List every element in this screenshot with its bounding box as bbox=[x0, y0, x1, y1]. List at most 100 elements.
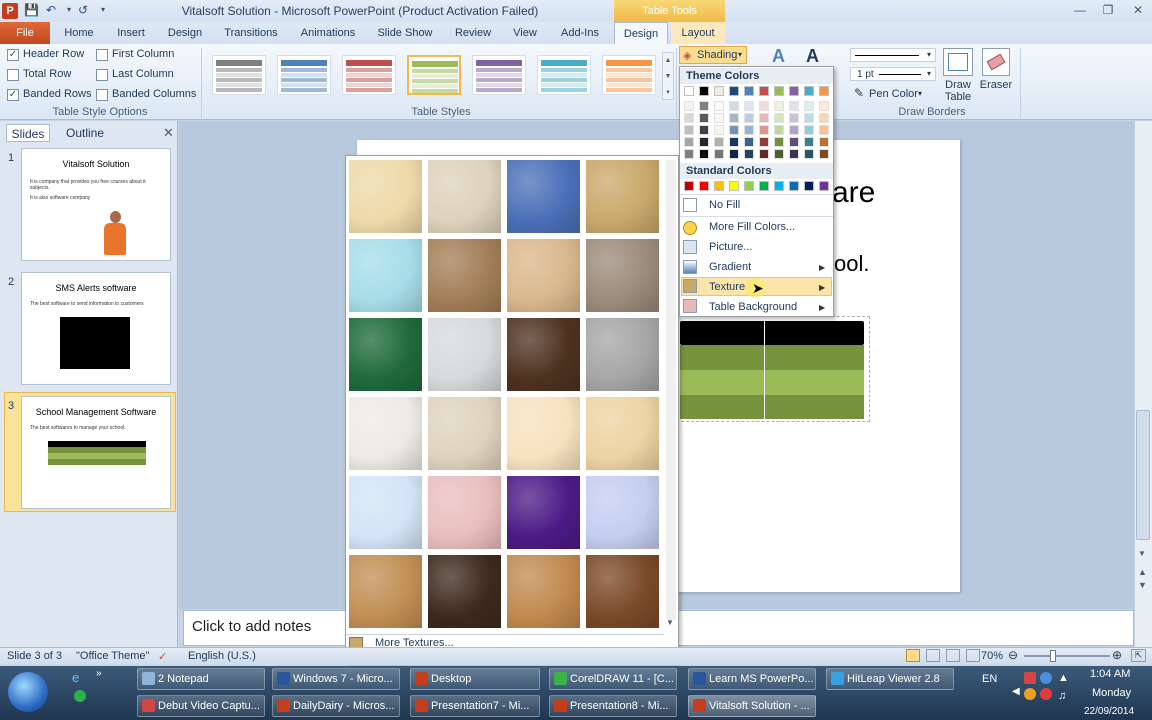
texture-swatch[interactable] bbox=[428, 239, 501, 312]
standard-color-swatch[interactable] bbox=[804, 181, 814, 191]
theme-color-shade-swatch[interactable] bbox=[819, 101, 829, 111]
theme-color-shade-swatch[interactable] bbox=[714, 149, 724, 159]
pen-weight-select[interactable]: 1 pt ▾ bbox=[850, 67, 936, 81]
theme-color-swatch[interactable] bbox=[684, 86, 694, 96]
slide-sorter-view-icon[interactable] bbox=[926, 649, 940, 662]
theme-color-shade-swatch[interactable] bbox=[729, 149, 739, 159]
standard-color-swatch[interactable] bbox=[759, 181, 769, 191]
tab-slides[interactable]: Slides bbox=[6, 124, 50, 142]
font-color-icon[interactable]: A bbox=[806, 46, 819, 67]
clock-time[interactable]: 1:04 AM bbox=[1090, 668, 1130, 680]
texture-swatch[interactable] bbox=[586, 555, 659, 628]
theme-color-shade-swatch[interactable] bbox=[774, 149, 784, 159]
banded-columns-checkbox[interactable] bbox=[96, 89, 108, 101]
slide-thumbnail-2[interactable]: SMS Alerts software The best software to… bbox=[21, 272, 171, 385]
slide-thumbnail-3[interactable]: School Management Software The best soft… bbox=[21, 396, 171, 509]
previous-slide-icon[interactable]: ▲ bbox=[1138, 567, 1147, 577]
theme-color-shade-swatch[interactable] bbox=[729, 137, 739, 147]
minimize-icon[interactable]: — bbox=[1070, 2, 1090, 18]
next-slide-icon[interactable]: ▼ bbox=[1138, 580, 1147, 590]
taskbar-coreldraw[interactable]: CorelDRAW 11 - [C... bbox=[549, 668, 677, 690]
language-indicator[interactable]: EN bbox=[982, 673, 997, 685]
texture-swatch[interactable] bbox=[507, 160, 580, 233]
taskbar-windows7-word[interactable]: Windows 7 - Micro... bbox=[272, 668, 400, 690]
start-button-icon[interactable] bbox=[8, 672, 48, 712]
tab-animations[interactable]: Animations bbox=[294, 22, 362, 44]
more-fill-colors-item[interactable]: More Fill Colors... bbox=[709, 221, 795, 233]
texture-swatch[interactable] bbox=[428, 160, 501, 233]
texture-swatch[interactable] bbox=[507, 476, 580, 549]
close-icon[interactable]: ✕ bbox=[1128, 2, 1148, 18]
scroll-down-icon[interactable]: ▼ bbox=[1138, 549, 1146, 558]
last-column-checkbox[interactable] bbox=[96, 69, 108, 81]
theme-color-shade-swatch[interactable] bbox=[759, 113, 769, 123]
theme-color-swatch[interactable] bbox=[714, 86, 724, 96]
theme-color-shade-swatch[interactable] bbox=[804, 149, 814, 159]
theme-color-shade-swatch[interactable] bbox=[684, 137, 694, 147]
taskbar-dailydairy[interactable]: DailyDairy - Micros... bbox=[272, 695, 400, 717]
theme-color-shade-swatch[interactable] bbox=[759, 125, 769, 135]
standard-color-swatch[interactable] bbox=[729, 181, 739, 191]
theme-color-shade-swatch[interactable] bbox=[774, 137, 784, 147]
theme-color-shade-swatch[interactable] bbox=[744, 137, 754, 147]
texture-swatch[interactable] bbox=[586, 476, 659, 549]
fit-to-window-icon[interactable]: ⇱ bbox=[1131, 649, 1146, 662]
texture-scrollbar[interactable] bbox=[666, 160, 676, 620]
zoom-out-icon[interactable]: ⊖ bbox=[1008, 648, 1018, 662]
styles-gallery-scroll[interactable]: ▲ ▼ ▾ bbox=[662, 52, 674, 100]
texture-swatch[interactable] bbox=[349, 397, 422, 470]
internet-explorer-icon[interactable]: e bbox=[72, 670, 79, 685]
theme-color-shade-swatch[interactable] bbox=[759, 137, 769, 147]
texture-swatch[interactable] bbox=[507, 555, 580, 628]
spell-check-icon[interactable]: ✓ bbox=[158, 650, 167, 663]
clock-date[interactable]: 22/09/2014 bbox=[1084, 706, 1134, 717]
slide-table-frame[interactable] bbox=[676, 316, 870, 422]
taskbar-learn-powerpoint[interactable]: Learn MS PowerPo... bbox=[688, 668, 816, 690]
theme-color-shade-swatch[interactable] bbox=[714, 137, 724, 147]
theme-color-shade-swatch[interactable] bbox=[789, 125, 799, 135]
taskbar-hitleap[interactable]: HitLeap Viewer 2.8 bbox=[826, 668, 954, 690]
zoom-in-icon[interactable]: ⊕ bbox=[1112, 648, 1122, 662]
standard-color-swatch[interactable] bbox=[774, 181, 784, 191]
theme-color-shade-swatch[interactable] bbox=[684, 149, 694, 159]
theme-color-shade-swatch[interactable] bbox=[684, 101, 694, 111]
tab-file[interactable]: File bbox=[0, 22, 50, 44]
theme-color-shade-swatch[interactable] bbox=[729, 125, 739, 135]
tab-transitions[interactable]: Transitions bbox=[218, 22, 284, 44]
banded-rows-checkbox[interactable]: ✓ bbox=[7, 89, 19, 101]
theme-color-shade-swatch[interactable] bbox=[789, 101, 799, 111]
draw-table-label[interactable]: Draw bbox=[940, 79, 976, 91]
table-style-thumbnail[interactable] bbox=[212, 55, 266, 95]
taskbar-presentation8[interactable]: Presentation8 - Mi... bbox=[549, 695, 677, 717]
theme-color-swatch[interactable] bbox=[729, 86, 739, 96]
theme-color-shade-swatch[interactable] bbox=[819, 113, 829, 123]
taskbar-debut-video[interactable]: Debut Video Captu... bbox=[137, 695, 265, 717]
show-hidden-icons-icon[interactable]: ◀ bbox=[1012, 686, 1020, 697]
slide-body-text[interactable]: ool. bbox=[834, 251, 869, 277]
picture-item[interactable]: Picture... bbox=[709, 241, 752, 253]
pen-color-button[interactable]: ✎ Pen Color ▾ bbox=[852, 86, 936, 102]
tab-table-layout[interactable]: Layout bbox=[671, 22, 725, 44]
tab-table-design[interactable]: Design bbox=[614, 22, 668, 44]
tab-slide-show[interactable]: Slide Show bbox=[372, 22, 438, 44]
taskbar-desktop[interactable]: Desktop bbox=[410, 668, 540, 690]
texture-swatch[interactable] bbox=[428, 397, 501, 470]
theme-color-swatch[interactable] bbox=[804, 86, 814, 96]
close-panel-icon[interactable]: ✕ bbox=[163, 125, 174, 141]
network-icon[interactable]: ▲ bbox=[1058, 672, 1069, 684]
tab-home[interactable]: Home bbox=[56, 22, 102, 44]
theme-color-shade-swatch[interactable] bbox=[804, 125, 814, 135]
standard-color-swatch[interactable] bbox=[684, 181, 694, 191]
reading-view-icon[interactable] bbox=[946, 649, 960, 662]
tray-app-icon[interactable] bbox=[1024, 672, 1036, 684]
slide-title-text[interactable]: are bbox=[832, 176, 875, 210]
gradient-item[interactable]: Gradient bbox=[709, 261, 751, 273]
theme-color-shade-swatch[interactable] bbox=[744, 101, 754, 111]
theme-color-shade-swatch[interactable] bbox=[699, 149, 709, 159]
draw-table-label-2[interactable]: Table bbox=[940, 91, 976, 103]
table-background-item[interactable]: Table Background bbox=[709, 301, 797, 313]
tray-app-icon[interactable] bbox=[1024, 688, 1036, 700]
theme-color-shade-swatch[interactable] bbox=[699, 113, 709, 123]
texture-swatch[interactable] bbox=[507, 318, 580, 391]
theme-color-swatch[interactable] bbox=[744, 86, 754, 96]
